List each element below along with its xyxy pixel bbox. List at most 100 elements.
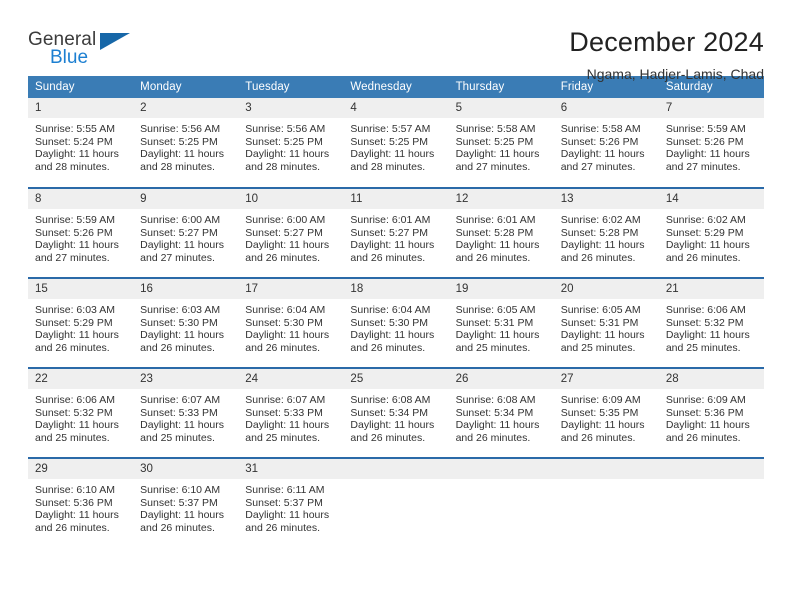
calendar-day-cell[interactable]: 27 Sunrise: 6:09 AM Sunset: 5:35 PM Dayligh… [553,367,659,458]
calendar-day-cell[interactable]: 28 Sunrise: 6:09 AM Sunset: 5:36 PM Dayligh… [658,367,764,458]
day-details [449,479,554,484]
sunrise-time: Sunrise: 6:09 AM [560,394,641,406]
daylight-duration-line1: Daylight: 11 hours [35,239,119,252]
brand-logo[interactable]: General Blue [28,26,148,82]
daylight-duration-line1: Daylight: 11 hours [350,148,435,161]
day-cell-inner: 27 Sunrise: 6:09 AM Sunset: 5:35 PM Dayligh… [553,369,659,457]
sunset-time: Sunset: 5:27 PM [350,226,429,239]
calendar-day-cell[interactable]: 30 Sunrise: 6:10 AM Sunset: 5:37 PM Dayligh… [133,457,239,548]
day-details: Sunrise: 6:07 AM Sunset: 5:33 PM Daylight:… [133,389,238,444]
daylight-duration-line2: and 26 minutes. [665,251,741,264]
calendar-day-cell[interactable]: 11 Sunrise: 6:01 AM Sunset: 5:27 PM Dayligh… [343,187,449,278]
day-number [448,459,554,479]
daylight-duration-line1: Daylight: 11 hours [350,239,435,252]
daylight-duration-line2: and 25 minutes. [245,431,320,444]
sunset-time: Sunset: 5:24 PM [35,135,113,148]
sunrise-time: Sunrise: 5:59 AM [665,123,746,135]
sunset-time: Sunset: 5:30 PM [140,316,218,329]
day-cell-inner: 16 Sunrise: 6:03 AM Sunset: 5:30 PM Dayligh… [133,279,239,367]
day-details: Sunrise: 6:00 AM Sunset: 5:27 PM Daylight:… [133,209,238,264]
day-details: Sunrise: 6:05 AM Sunset: 5:31 PM Daylight:… [554,299,659,354]
day-cell-inner: 24 Sunrise: 6:07 AM Sunset: 5:33 PM Dayligh… [238,369,344,457]
calendar-day-cell[interactable]: 8 Sunrise: 5:59 AM Sunset: 5:26 PM Daylight… [28,187,134,278]
day-number: 9 [133,189,239,209]
calendar-day-cell[interactable]: 2 Sunrise: 5:56 AM Sunset: 5:25 PM Daylight… [133,98,239,188]
calendar-day-cell-empty [553,457,659,548]
daylight-duration-line1: Daylight: 11 hours [35,419,119,432]
day-cell-inner: 20 Sunrise: 6:05 AM Sunset: 5:31 PM Dayligh… [553,279,659,367]
calendar-day-cell[interactable]: 29 Sunrise: 6:10 AM Sunset: 5:36 PM Dayligh… [28,457,134,548]
calendar-day-cell[interactable]: 6 Sunrise: 5:58 AM Sunset: 5:26 PM Daylight… [553,98,659,188]
daylight-duration-line1: Daylight: 11 hours [455,148,540,161]
day-details: Sunrise: 6:06 AM Sunset: 5:32 PM Daylight:… [659,299,764,354]
page-header: General Blue December 2024 Ngama, Hadjer… [28,0,764,82]
calendar-day-cell[interactable]: 23 Sunrise: 6:07 AM Sunset: 5:33 PM Dayligh… [133,367,239,458]
calendar-day-cell[interactable]: 3 Sunrise: 5:56 AM Sunset: 5:25 PM Daylight… [238,98,344,188]
day-cell-inner: 19 Sunrise: 6:05 AM Sunset: 5:31 PM Dayligh… [448,279,554,367]
calendar-day-cell[interactable]: 1 Sunrise: 5:55 AM Sunset: 5:24 PM Daylight… [28,98,134,188]
day-details: Sunrise: 6:08 AM Sunset: 5:34 PM Daylight:… [343,389,448,444]
calendar-week-row: 1 Sunrise: 5:55 AM Sunset: 5:24 PM Daylight… [28,98,764,188]
day-number [553,459,659,479]
sunset-time: Sunset: 5:31 PM [455,316,534,329]
day-details: Sunrise: 5:56 AM Sunset: 5:25 PM Daylight:… [133,118,238,173]
sunrise-time: Sunrise: 6:10 AM [140,484,221,496]
calendar-day-cell-empty [658,457,764,548]
day-number: 26 [448,369,554,389]
sunrise-time: Sunrise: 6:05 AM [560,304,641,316]
sunrise-time: Sunrise: 5:56 AM [245,123,326,135]
calendar-day-cell[interactable]: 31 Sunrise: 6:11 AM Sunset: 5:37 PM Dayligh… [238,457,344,548]
calendar-week-row: 22 Sunrise: 6:06 AM Sunset: 5:32 PM Dayligh… [28,367,764,458]
daylight-duration-line1: Daylight: 11 hours [35,329,119,342]
calendar-day-cell[interactable]: 17 Sunrise: 6:04 AM Sunset: 5:30 PM Dayligh… [238,277,344,368]
calendar-day-cell[interactable]: 7 Sunrise: 5:59 AM Sunset: 5:26 PM Daylight… [658,98,764,188]
calendar-day-cell[interactable]: 19 Sunrise: 6:05 AM Sunset: 5:31 PM Dayligh… [448,277,554,368]
sunset-time: Sunset: 5:25 PM [245,135,323,148]
calendar-day-cell[interactable]: 24 Sunrise: 6:07 AM Sunset: 5:33 PM Dayligh… [238,367,344,458]
calendar-day-cell[interactable]: 16 Sunrise: 6:03 AM Sunset: 5:30 PM Dayligh… [133,277,239,368]
calendar-day-cell[interactable]: 20 Sunrise: 6:05 AM Sunset: 5:31 PM Dayligh… [553,277,659,368]
day-cell-inner: 10 Sunrise: 6:00 AM Sunset: 5:27 PM Dayligh… [238,189,344,277]
daylight-duration-line1: Daylight: 11 hours [245,239,330,252]
sunset-time: Sunset: 5:34 PM [350,406,429,419]
day-number: 6 [553,98,659,118]
calendar-day-cell[interactable]: 5 Sunrise: 5:58 AM Sunset: 5:25 PM Daylight… [448,98,554,188]
daylight-duration-line2: and 26 minutes. [245,341,320,354]
calendar-day-cell[interactable]: 9 Sunrise: 6:00 AM Sunset: 5:27 PM Daylight… [133,187,239,278]
calendar-day-cell[interactable]: 21 Sunrise: 6:06 AM Sunset: 5:32 PM Dayligh… [658,277,764,368]
calendar-day-cell[interactable]: 10 Sunrise: 6:00 AM Sunset: 5:27 PM Dayligh… [238,187,344,278]
sunrise-time: Sunrise: 6:06 AM [665,304,746,316]
day-number: 1 [28,98,134,118]
sunset-time: Sunset: 5:33 PM [140,406,218,419]
sunset-time: Sunset: 5:29 PM [665,226,744,239]
day-number: 22 [28,369,134,389]
daylight-duration-line1: Daylight: 11 hours [455,329,540,342]
calendar-day-cell[interactable]: 4 Sunrise: 5:57 AM Sunset: 5:25 PM Daylight… [343,98,449,188]
daylight-duration-line1: Daylight: 11 hours [665,148,750,161]
daylight-duration-line2: and 26 minutes. [245,251,320,264]
calendar-day-cell[interactable]: 13 Sunrise: 6:02 AM Sunset: 5:28 PM Dayligh… [553,187,659,278]
calendar-day-cell[interactable]: 14 Sunrise: 6:02 AM Sunset: 5:29 PM Dayligh… [658,187,764,278]
sunrise-time: Sunrise: 6:02 AM [560,214,641,226]
calendar-day-cell[interactable]: 12 Sunrise: 6:01 AM Sunset: 5:28 PM Dayligh… [448,187,554,278]
calendar-day-cell[interactable]: 15 Sunrise: 6:03 AM Sunset: 5:29 PM Dayligh… [28,277,134,368]
calendar-body: 1 Sunrise: 5:55 AM Sunset: 5:24 PM Daylight… [28,98,764,548]
sunrise-time: Sunrise: 5:56 AM [140,123,221,135]
day-number: 21 [658,279,764,299]
calendar-day-cell[interactable]: 26 Sunrise: 6:08 AM Sunset: 5:34 PM Dayligh… [448,367,554,458]
calendar-day-cell[interactable]: 18 Sunrise: 6:04 AM Sunset: 5:30 PM Dayligh… [343,277,449,368]
day-cell-inner: 2 Sunrise: 5:56 AM Sunset: 5:25 PM Daylight… [133,98,239,187]
day-details: Sunrise: 6:10 AM Sunset: 5:37 PM Daylight:… [133,479,238,534]
calendar-day-cell[interactable]: 22 Sunrise: 6:06 AM Sunset: 5:32 PM Dayligh… [28,367,134,458]
day-cell-inner: 25 Sunrise: 6:08 AM Sunset: 5:34 PM Dayligh… [343,369,449,457]
daylight-duration-line1: Daylight: 11 hours [665,419,750,432]
day-cell-inner: 23 Sunrise: 6:07 AM Sunset: 5:33 PM Dayligh… [133,369,239,457]
calendar-day-cell[interactable]: 25 Sunrise: 6:08 AM Sunset: 5:34 PM Dayligh… [343,367,449,458]
day-cell-inner: 8 Sunrise: 5:59 AM Sunset: 5:26 PM Daylight… [28,189,134,277]
daylight-duration-line2: and 26 minutes. [350,431,426,444]
sunrise-time: Sunrise: 6:00 AM [140,214,221,226]
day-number: 8 [28,189,134,209]
calendar-day-cell-empty [343,457,449,548]
sunset-time: Sunset: 5:34 PM [455,406,534,419]
day-cell-inner: 7 Sunrise: 5:59 AM Sunset: 5:26 PM Daylight… [658,98,764,187]
